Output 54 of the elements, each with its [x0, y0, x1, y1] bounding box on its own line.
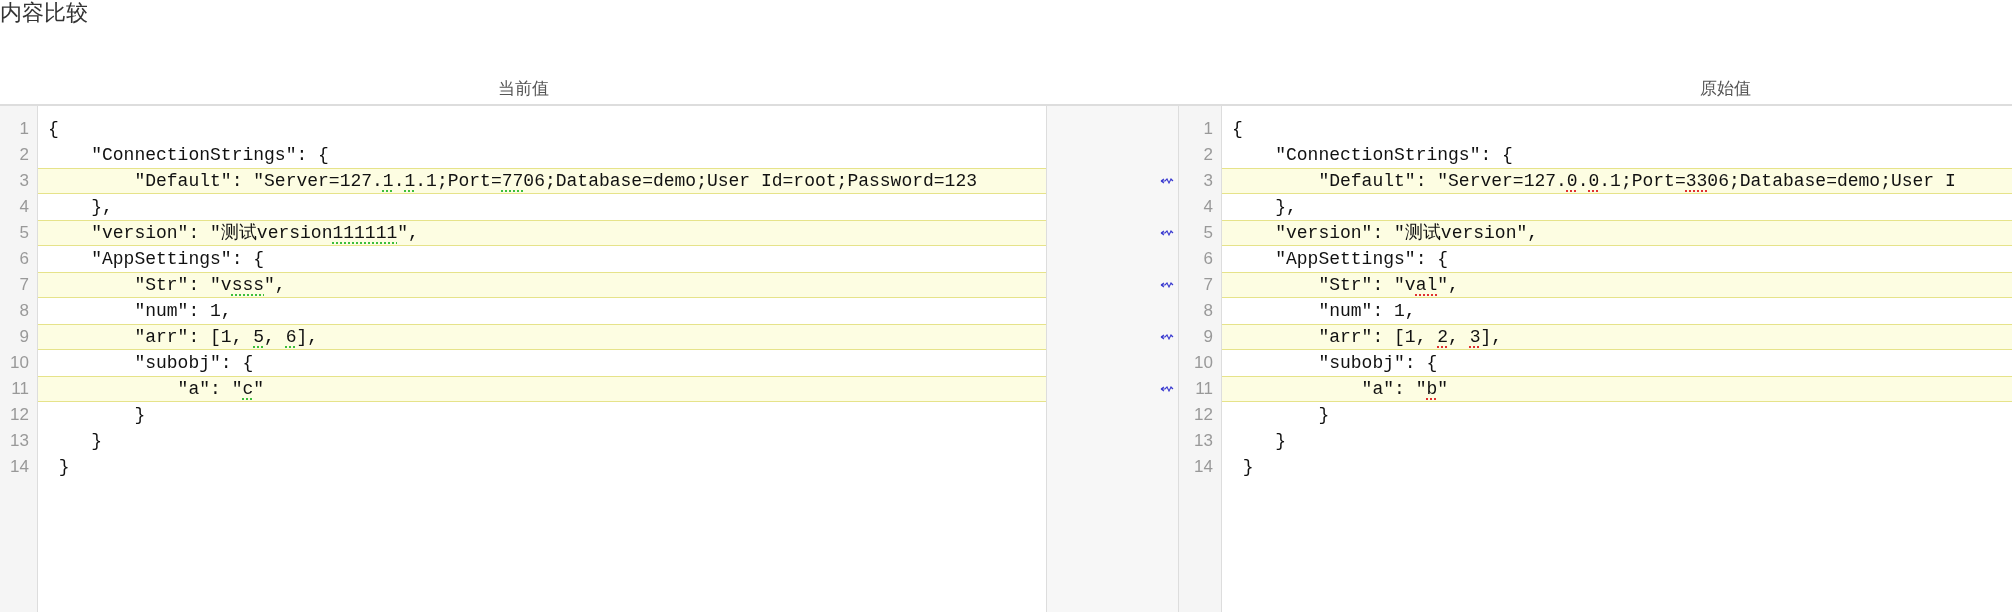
line-number: 13: [9, 430, 30, 452]
code-line: }: [1317, 404, 1331, 427]
line-number: 12: [9, 404, 30, 426]
line-number: 4: [1202, 196, 1214, 218]
line-number: 7: [1202, 274, 1214, 296]
line-number: 6: [18, 248, 30, 270]
line-number: 2: [1202, 144, 1214, 166]
pane-header: 原始值: [1699, 79, 1751, 98]
code-line: {: [47, 118, 60, 141]
line-number: 11: [1194, 378, 1214, 400]
pane-header: 当前值: [497, 79, 549, 98]
code-line: "ConnectionStrings": {: [1274, 144, 1514, 167]
line-number: 3: [1202, 170, 1214, 192]
line-number: 6: [1202, 248, 1214, 270]
code-line: "subobj": {: [133, 352, 255, 375]
code-line: "num": 1,: [133, 300, 233, 323]
code-line: }: [1241, 456, 1255, 479]
code-line: }: [57, 456, 71, 479]
line-number: 11: [10, 378, 30, 400]
line-number: 7: [18, 274, 30, 296]
line-number: 1: [1202, 118, 1214, 140]
line-number: 12: [1193, 404, 1214, 426]
page-title: 内容比较: [0, 0, 89, 26]
line-number: 9: [1202, 326, 1214, 348]
line-number: 9: [18, 326, 30, 348]
code-line: }: [1274, 430, 1287, 453]
code-line: {: [1231, 118, 1244, 141]
code-line: "AppSettings": {: [90, 248, 266, 271]
code-line: },: [90, 196, 114, 219]
line-number: 14: [9, 456, 30, 478]
squiggle-arrow-icon[interactable]: [1160, 230, 1174, 236]
squiggle-arrow-icon[interactable]: [1160, 334, 1174, 340]
line-number: 8: [1202, 300, 1214, 322]
squiggle-arrow-icon[interactable]: [1160, 178, 1174, 184]
code-line: },: [1274, 196, 1298, 219]
line-number: 10: [1193, 352, 1214, 374]
line-number: 4: [18, 196, 30, 218]
code-line: "subobj": {: [1317, 352, 1439, 375]
code-line: "AppSettings": {: [1274, 248, 1450, 271]
line-number: 14: [1193, 456, 1214, 478]
line-number: 3: [18, 170, 30, 192]
code-line: }: [90, 430, 103, 453]
line-number: 13: [1193, 430, 1214, 452]
line-number: 2: [18, 144, 30, 166]
line-number: 10: [9, 352, 30, 374]
code-line: }: [133, 404, 147, 427]
squiggle-arrow-icon[interactable]: [1160, 386, 1174, 392]
code-line: "ConnectionStrings": {: [90, 144, 330, 167]
line-number: 8: [18, 300, 30, 322]
squiggle-arrow-icon[interactable]: [1160, 282, 1174, 288]
line-number: 1: [18, 118, 30, 140]
line-number: 5: [18, 222, 30, 244]
code-line: "num": 1,: [1317, 300, 1417, 323]
line-number: 5: [1202, 222, 1214, 244]
